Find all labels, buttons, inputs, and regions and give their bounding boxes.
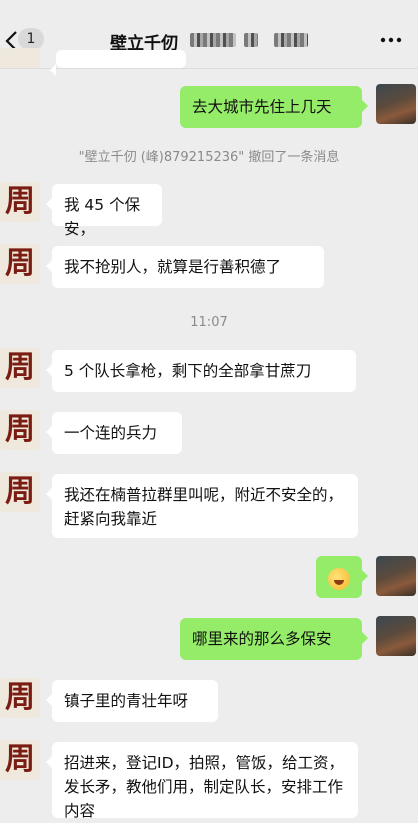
contact-avatar[interactable]: 周 [0,410,40,450]
redacted-name-part [274,33,308,47]
contact-avatar[interactable]: 周 [0,472,40,512]
message-bubble[interactable]: 我不抢别人，就算是行善积德了 [46,246,324,288]
message-bubble[interactable]: 我 45 个保安， [46,184,162,238]
message-bubble-partial[interactable] [50,50,186,76]
message-bubble[interactable]: 哪里来的那么多保安 [180,618,368,660]
contact-avatar[interactable]: 周 [0,678,40,718]
contact-avatar-partial[interactable] [0,48,40,68]
avatar-glyph: 周 [5,412,35,447]
unread-count-badge[interactable]: 1 [18,28,44,50]
contact-avatar[interactable]: 周 [0,348,40,388]
avatar-glyph: 周 [5,742,35,777]
message-bubble[interactable]: 镇子里的青壮年呀 [46,680,218,722]
message-bubble-emoji[interactable] [316,556,368,598]
avatar-glyph: 周 [5,474,35,509]
avatar-glyph: 周 [5,350,35,385]
my-avatar[interactable] [376,84,416,124]
recall-notice: "壁立千仞 (峰)879215236" 撤回了一条消息 [78,150,340,165]
avatar-glyph: 周 [5,184,35,219]
contact-avatar[interactable]: 周 [0,740,40,780]
contact-avatar[interactable]: 周 [0,182,40,222]
time-divider: 11:07 [190,315,228,330]
avatar-glyph: 周 [5,680,35,715]
contact-avatar[interactable]: 周 [0,244,40,284]
message-bubble[interactable]: 我还在楠普拉群里叫呢，附近不安全的，赶紧向我靠近 [46,474,358,538]
redacted-name-part [244,33,258,47]
my-avatar[interactable] [376,616,416,656]
avatar-glyph: 周 [5,246,35,281]
message-bubble[interactable]: 去大城市先住上几天 [180,86,368,128]
more-options-icon[interactable] [380,30,402,50]
grin-sweat-emoji-icon [328,567,350,590]
message-bubble[interactable]: 一个连的兵力 [46,412,182,454]
message-bubble[interactable]: 招进来，登记ID，拍照，管饭，给工资，发长矛，教他们用，制定队长，安排工作内容 [46,742,358,820]
message-bubble[interactable]: 5 个队长拿枪，剩下的全部拿甘蔗刀 [46,350,356,392]
redacted-name-part [190,33,236,47]
my-avatar[interactable] [376,556,416,596]
